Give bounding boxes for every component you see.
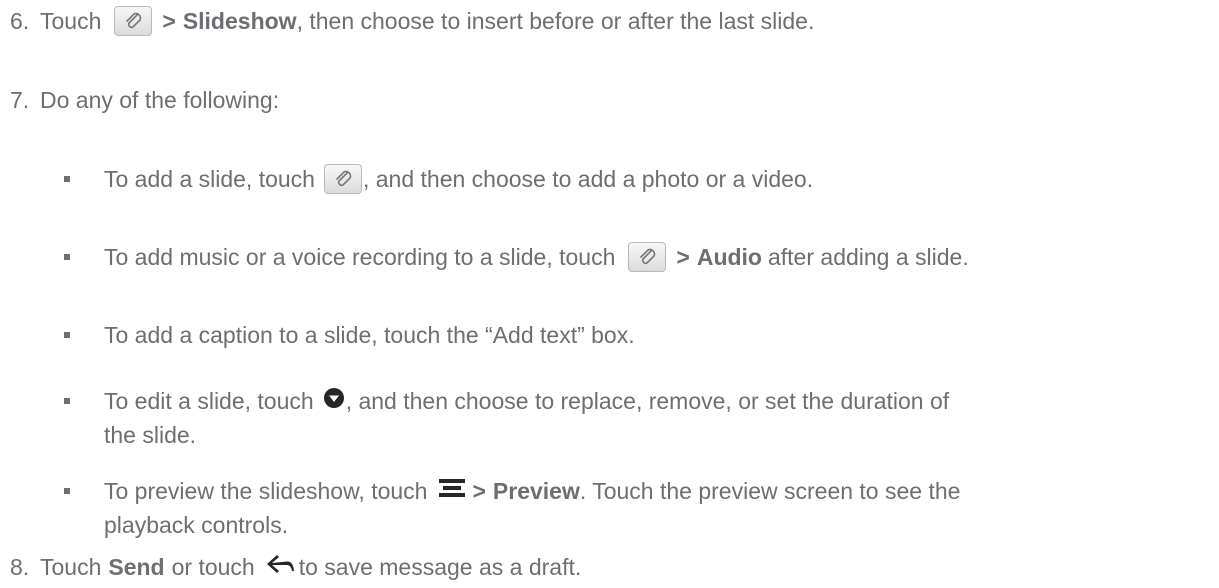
bullet-text: To preview the slideshow, touch — [104, 478, 428, 504]
bullet-continuation: the slide. — [104, 422, 197, 448]
bullet-text: To add music or a voice recording to a s… — [104, 244, 616, 270]
bullet-marker — [64, 332, 70, 338]
menu-separator: > — [676, 244, 690, 270]
menu-separator: > — [472, 478, 486, 504]
bullet-marker — [64, 488, 70, 494]
step-number: 7. — [10, 87, 30, 113]
bullet-text: , and then choose to add a photo or a vi… — [362, 166, 814, 192]
bullet-item: To add a slide, touch , and then choose … — [0, 164, 1219, 194]
send-label: Send — [108, 554, 165, 580]
bullet-text: , and then choose to replace, remove, or… — [345, 388, 950, 414]
bullet-marker — [64, 398, 70, 404]
down-arrow-circle-icon — [323, 386, 345, 416]
attach-button — [114, 6, 153, 36]
menu-icon — [438, 476, 466, 506]
menu-option-preview: Preview — [492, 478, 580, 504]
instructions-page: 6. Touch > Slideshow , then choose to in… — [0, 0, 1219, 588]
step-number: 6. — [10, 8, 30, 34]
bullet-item: To edit a slide, touch , and then choose… — [0, 386, 1219, 416]
bullet-item: To add a caption to a slide, touch the “… — [0, 320, 1219, 350]
step-text: Touch — [40, 8, 102, 34]
bullet-text: . Touch the preview screen to see the — [579, 478, 961, 504]
bullet-marker — [64, 176, 70, 182]
menu-option-audio: Audio — [696, 244, 762, 270]
back-arrow-icon — [265, 552, 295, 582]
attach-button — [323, 164, 362, 194]
step-text: , then choose to insert before or after … — [296, 8, 815, 34]
bullet-text: after adding a slide. — [767, 244, 969, 270]
step-number: 8. — [10, 554, 30, 580]
step-text: or touch — [171, 554, 255, 580]
bullet-text: To add a slide, touch — [104, 166, 315, 192]
step-text: to save message as a draft. — [298, 554, 582, 580]
paperclip-icon — [126, 12, 142, 29]
bullet-marker — [64, 254, 70, 260]
bullet-text: To add a caption to a slide, touch the “… — [104, 322, 635, 348]
step-text: Do any of the following: — [40, 87, 280, 113]
menu-option-slideshow: Slideshow — [182, 8, 297, 34]
bullet-text: To edit a slide, touch — [104, 388, 314, 414]
bullet-item: To preview the slideshow, touch > Previe… — [0, 476, 1219, 506]
bullet-continuation: playback controls. — [104, 512, 289, 538]
menu-separator: > — [162, 8, 176, 34]
step-text: Touch — [40, 554, 102, 580]
paperclip-icon — [336, 170, 352, 187]
bullet-item: To add music or a voice recording to a s… — [0, 242, 1219, 272]
paperclip-icon — [640, 248, 656, 265]
attach-button — [628, 242, 667, 272]
